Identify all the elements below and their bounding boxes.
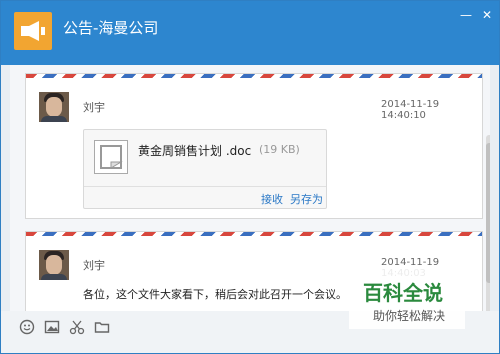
message-text: 各位，这个文件大家看下，稍后会对此召开一个会议。 bbox=[83, 288, 347, 301]
document-icon bbox=[94, 140, 128, 174]
minimize-button[interactable]: — bbox=[458, 7, 474, 23]
receive-link[interactable]: 接收 bbox=[261, 191, 283, 207]
message-card: 刘宇 2014-11-19 14:40:10 黄金周销售计划 .doc (19 … bbox=[25, 73, 483, 219]
megaphone-icon bbox=[14, 12, 52, 50]
airmail-border bbox=[26, 232, 482, 236]
message-time: 2014-11-19 14:40:10 bbox=[381, 99, 440, 121]
file-name: 黄金周销售计划 .doc bbox=[138, 144, 252, 158]
airmail-border bbox=[26, 74, 482, 78]
watermark-subtitle: 助你轻松解决 bbox=[373, 309, 446, 323]
avatar bbox=[39, 92, 69, 122]
title-bar: 公告-海曼公司 — ✕ bbox=[1, 1, 499, 65]
scissors-icon[interactable] bbox=[69, 319, 85, 335]
vertical-scrollbar[interactable] bbox=[486, 135, 490, 311]
close-button[interactable]: ✕ bbox=[479, 7, 495, 23]
notice-window: 公告-海曼公司 — ✕ 刘宇 2014-11-19 14:40:10 黄金周销售… bbox=[0, 0, 500, 354]
image-icon[interactable] bbox=[44, 319, 60, 335]
sender-name: 刘宇 bbox=[83, 259, 105, 272]
file-actions: 接收 另存为 bbox=[84, 186, 326, 208]
window-title: 公告-海曼公司 bbox=[63, 19, 159, 37]
scroll-thumb[interactable] bbox=[486, 143, 490, 283]
file-size: (19 KB) bbox=[259, 143, 300, 156]
save-as-link[interactable]: 另存为 bbox=[290, 191, 323, 207]
file-attachment: 黄金周销售计划 .doc (19 KB) 接收 另存为 bbox=[83, 129, 327, 209]
watermark: 百科全说 助你轻松解决 bbox=[349, 269, 465, 329]
sender-name: 刘宇 bbox=[83, 101, 105, 114]
emoji-icon[interactable] bbox=[19, 319, 35, 335]
avatar bbox=[39, 250, 69, 280]
folder-icon[interactable] bbox=[94, 319, 110, 335]
watermark-title: 百科全说 bbox=[363, 281, 443, 305]
